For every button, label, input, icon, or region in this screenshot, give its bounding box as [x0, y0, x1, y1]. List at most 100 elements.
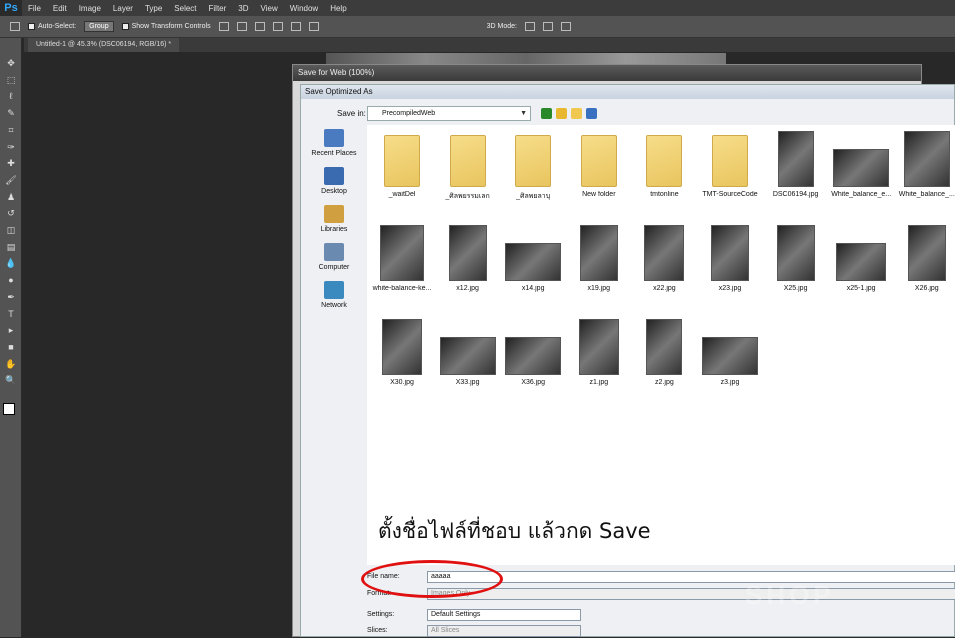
- new-folder-icon[interactable]: [571, 108, 582, 119]
- file-item[interactable]: white-balance-ke...: [369, 223, 435, 292]
- folder-item[interactable]: _ศิลพยลาบุ: [500, 129, 566, 202]
- foreground-color-swatch[interactable]: [3, 403, 15, 415]
- align-bottom-icon[interactable]: [254, 22, 265, 31]
- align-center-icon[interactable]: [290, 22, 301, 31]
- folder-item[interactable]: _waitDel: [369, 129, 435, 198]
- file-item[interactable]: x12.jpg: [435, 223, 501, 292]
- save-optimized-dialog: Save Optimized As Save in: PrecompiledWe…: [300, 84, 955, 637]
- menu-item[interactable]: Filter: [203, 4, 233, 13]
- folder-item[interactable]: TMT-SourceCode: [697, 129, 763, 198]
- document-tab[interactable]: Untitled-1 @ 45.3% (DSC06194, RGB/16) *: [28, 38, 180, 52]
- file-item[interactable]: X30.jpg: [369, 317, 435, 386]
- menu-item[interactable]: Type: [139, 4, 168, 13]
- pan-3d-icon[interactable]: [542, 22, 553, 31]
- file-item[interactable]: z2.jpg: [631, 317, 697, 386]
- quick-select-tool-icon[interactable]: ✎: [5, 108, 17, 119]
- healing-tool-icon[interactable]: ✚: [5, 158, 17, 169]
- image-thumbnail: [907, 225, 946, 281]
- image-thumbnail: [505, 337, 562, 375]
- align-middle-icon[interactable]: [236, 22, 247, 31]
- menu-item[interactable]: Edit: [47, 4, 73, 13]
- file-item[interactable]: z3.jpg: [697, 317, 763, 386]
- dodge-tool-icon[interactable]: ●: [5, 275, 17, 286]
- file-item[interactable]: x14.jpg: [500, 223, 566, 292]
- instruction-overlay: ตั้งชื่อไฟล์ที่ชอบ แล้วกด Save: [378, 519, 651, 543]
- path-select-tool-icon[interactable]: ▸: [5, 325, 17, 336]
- save-for-web-title: Save for Web (100%): [293, 65, 921, 81]
- folder-item[interactable]: _ศิลพยรรมเลก: [435, 129, 501, 202]
- save-in-label: Save in:: [337, 109, 366, 118]
- folder-item[interactable]: tmtonline: [631, 129, 697, 198]
- lasso-tool-icon[interactable]: ℓ: [5, 91, 17, 102]
- file-item[interactable]: x22.jpg: [631, 223, 697, 292]
- folder-item[interactable]: New folder: [566, 129, 632, 198]
- file-item[interactable]: X25.jpg: [763, 223, 829, 292]
- file-item[interactable]: X36.jpg: [500, 317, 566, 386]
- align-top-icon[interactable]: [218, 22, 229, 31]
- watermark: SHOP: [745, 580, 835, 610]
- checkbox-icon: [121, 23, 129, 30]
- slices-select[interactable]: All Slices: [427, 625, 581, 637]
- settings-select[interactable]: Default Settings: [427, 609, 581, 621]
- file-item[interactable]: x19.jpg: [566, 223, 632, 292]
- stamp-tool-icon[interactable]: ♟: [5, 192, 17, 203]
- eraser-tool-icon[interactable]: ◫: [5, 225, 17, 236]
- marquee-tool-icon[interactable]: ⬚: [5, 75, 17, 86]
- place-computer[interactable]: Computer: [303, 243, 365, 271]
- file-item[interactable]: X33.jpg: [435, 317, 501, 386]
- file-item[interactable]: White_balance_...: [894, 129, 955, 198]
- type-tool-icon[interactable]: T: [5, 309, 17, 320]
- menu-item[interactable]: Image: [73, 4, 107, 13]
- menu-item[interactable]: Help: [324, 4, 352, 13]
- file-item[interactable]: DSC06194.jpg: [763, 129, 829, 198]
- align-right-icon[interactable]: [308, 22, 319, 31]
- place-libraries[interactable]: Libraries: [303, 205, 365, 233]
- document-tab-bar: Untitled-1 @ 45.3% (DSC06194, RGB/16) *: [24, 38, 955, 52]
- menu-item[interactable]: Select: [168, 4, 202, 13]
- history-brush-tool-icon[interactable]: ↺: [5, 208, 17, 219]
- hand-tool-icon[interactable]: ✋: [5, 359, 17, 370]
- file-item[interactable]: X26.jpg: [894, 223, 955, 292]
- pen-tool-icon[interactable]: ✒: [5, 292, 17, 303]
- file-item[interactable]: x23.jpg: [697, 223, 763, 292]
- place-network[interactable]: Network: [303, 281, 365, 309]
- gradient-tool-icon[interactable]: ▤: [5, 242, 17, 253]
- move-tool-icon[interactable]: ✥: [5, 58, 17, 69]
- file-name-input[interactable]: aaaaa: [427, 571, 955, 583]
- save-in-select[interactable]: PrecompiledWeb ▼: [367, 106, 531, 121]
- menu-item[interactable]: 3D: [232, 4, 254, 13]
- back-icon[interactable]: [541, 108, 552, 119]
- folder-icon: [449, 135, 486, 187]
- up-folder-icon[interactable]: [556, 108, 567, 119]
- zoom-tool-icon[interactable]: 🔍: [5, 375, 17, 386]
- dialog-title: Save Optimized As: [301, 85, 954, 99]
- folder-icon: [384, 135, 420, 187]
- rotate-3d-icon[interactable]: [524, 22, 535, 31]
- place-desktop[interactable]: Desktop: [303, 167, 365, 195]
- auto-select-checkbox[interactable]: Auto-Select:: [28, 23, 76, 30]
- eyedropper-tool-icon[interactable]: ✑: [5, 142, 17, 153]
- file-list: _waitDel _ศิลพยรรมเลก _ศิลพยลาบุ New folder…: [367, 125, 955, 565]
- place-recent-places[interactable]: Recent Places: [303, 129, 365, 157]
- move-3d-icon[interactable]: [560, 22, 571, 31]
- image-thumbnail: [833, 149, 890, 187]
- group-select[interactable]: Group: [84, 21, 114, 32]
- show-transform-checkbox[interactable]: Show Transform Controls: [121, 23, 211, 30]
- view-menu-icon[interactable]: [586, 108, 597, 119]
- file-item[interactable]: z1.jpg: [566, 317, 632, 386]
- menu-item[interactable]: File: [22, 4, 47, 13]
- file-item[interactable]: White_balance_e...: [828, 129, 894, 198]
- photoshop-logo: Ps: [0, 0, 22, 16]
- menu-item[interactable]: View: [255, 4, 284, 13]
- crop-tool-icon[interactable]: ⌗: [5, 125, 17, 136]
- menu-item[interactable]: Layer: [107, 4, 139, 13]
- menu-item[interactable]: Window: [284, 4, 324, 13]
- format-select[interactable]: Images Only: [427, 588, 955, 600]
- file-item[interactable]: x25-1.jpg: [828, 223, 894, 292]
- shape-tool-icon[interactable]: ■: [5, 342, 17, 353]
- move-tool-icon[interactable]: [10, 22, 20, 31]
- brush-tool-icon[interactable]: 🖌: [5, 175, 17, 186]
- blur-tool-icon[interactable]: 💧: [5, 258, 17, 269]
- places-bar: Recent Places Desktop Libraries Computer Net…: [303, 125, 365, 365]
- align-left-icon[interactable]: [272, 22, 283, 31]
